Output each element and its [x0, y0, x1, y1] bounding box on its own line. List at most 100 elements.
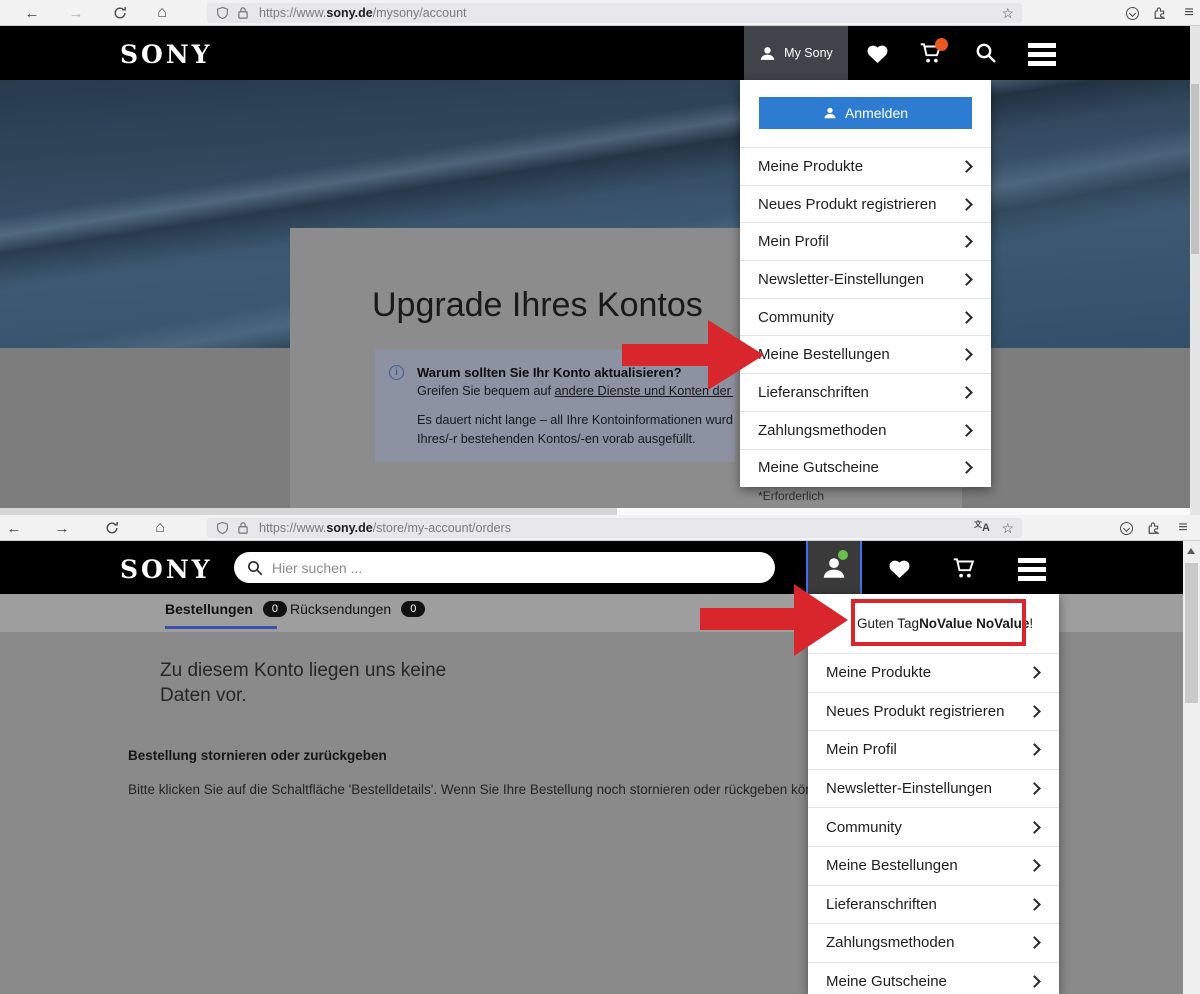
bookmark-star-icon[interactable]: ☆	[1001, 3, 1014, 23]
chevron-right-icon	[1028, 859, 1041, 872]
chevron-right-icon	[1028, 705, 1041, 718]
menu-item-meine-gutscheine[interactable]: Meine Gutscheine	[740, 449, 991, 487]
menu-item-newsletter-einstellungen[interactable]: Newsletter-Einstellungen	[740, 260, 991, 298]
info-line2: Es dauert nicht lange – all Ihre Kontoin…	[417, 413, 733, 427]
chevron-right-icon	[1028, 821, 1041, 834]
menu-hamburger-icon[interactable]: ≡	[1178, 0, 1200, 26]
address-bar[interactable]: https://www.sony.de/mysony/account ☆	[207, 3, 1022, 23]
person-icon	[823, 106, 837, 120]
site-search-bar[interactable]	[234, 552, 775, 583]
url-text: https://www.sony.de/mysony/account	[259, 6, 467, 20]
chevron-right-icon	[1028, 782, 1041, 795]
menu-item-lieferanschriften[interactable]: Lieferanschriften	[808, 885, 1059, 924]
chevron-right-icon	[960, 386, 973, 399]
menu-item-meine-produkte[interactable]: Meine Produkte	[740, 147, 991, 185]
annotation-arrow	[622, 316, 764, 394]
address-bar[interactable]: https://www.sony.de/store/my-account/ord…	[207, 518, 1022, 538]
chevron-right-icon	[1028, 744, 1041, 757]
chevron-right-icon	[960, 461, 973, 474]
sony-header: SONY	[0, 541, 1200, 594]
forward-button[interactable]: →	[50, 515, 74, 541]
chevron-right-icon	[1028, 898, 1041, 911]
home-button[interactable]: ⌂	[148, 515, 172, 541]
reload-icon	[105, 521, 119, 535]
sony-logo[interactable]: SONY	[120, 40, 213, 69]
count-badge: 0	[263, 601, 287, 617]
search-icon[interactable]	[974, 41, 998, 65]
active-tab-underline	[165, 626, 277, 629]
menu-item-zahlungsmethoden[interactable]: Zahlungsmethoden	[740, 411, 991, 449]
translate-icon[interactable]: 文A	[974, 518, 990, 538]
reload-button[interactable]	[108, 0, 132, 26]
menu-item-meine-bestellungen[interactable]: Meine Bestellungen	[740, 335, 991, 373]
signin-button[interactable]: Anmelden	[759, 97, 972, 129]
my-sony-label: My Sony	[784, 46, 833, 60]
tracking-shield-icon[interactable]	[216, 6, 229, 20]
scrollbar[interactable]	[1183, 541, 1200, 994]
reload-button[interactable]	[100, 515, 124, 541]
scrollbar[interactable]	[1190, 26, 1200, 515]
chevron-right-icon	[1028, 937, 1041, 950]
pocket-icon[interactable]	[1115, 515, 1137, 541]
person-icon	[759, 45, 776, 62]
window-bottom-strip	[0, 508, 617, 515]
menu-item-newsletter-einstellungen[interactable]: Newsletter-Einstellungen	[808, 769, 1059, 808]
menu-item-meine-produkte[interactable]: Meine Produkte	[808, 653, 1059, 692]
screenshot-bottom: ← → ⌂ https://www.sony.de/store/my-accou…	[0, 515, 1200, 994]
sony-header: SONY My Sony	[0, 26, 1200, 80]
lock-icon[interactable]	[237, 521, 249, 535]
lock-icon[interactable]	[237, 6, 249, 20]
wishlist-heart-icon[interactable]	[865, 42, 890, 64]
chevron-right-icon	[960, 311, 973, 324]
back-button[interactable]: ←	[20, 0, 44, 26]
chevron-right-icon	[960, 348, 973, 361]
reload-icon	[113, 6, 127, 20]
tab-bestellungen[interactable]: Bestellungen 0	[165, 601, 287, 617]
cart-icon[interactable]	[951, 556, 977, 580]
forward-button[interactable]: →	[64, 0, 88, 26]
browser-toolbar: ← → ⌂ https://www.sony.de/store/my-accou…	[0, 515, 1200, 541]
my-sony-button[interactable]: My Sony	[744, 26, 848, 80]
home-button[interactable]: ⌂	[150, 0, 174, 26]
bookmark-star-icon[interactable]: ☆	[1001, 518, 1014, 538]
url-text: https://www.sony.de/store/my-account/ord…	[259, 521, 511, 535]
sony-logo[interactable]: SONY	[120, 555, 213, 584]
annotation-arrow	[700, 582, 848, 658]
menu-item-lieferanschriften[interactable]: Lieferanschriften	[740, 373, 991, 411]
tracking-shield-icon[interactable]	[216, 521, 229, 535]
section-title: Bestellung stornieren oder zurückgeben	[128, 748, 387, 763]
nav-hamburger-icon[interactable]	[1018, 558, 1046, 581]
menu-item-neues-produkt-registrieren[interactable]: Neues Produkt registrieren	[740, 185, 991, 223]
info-icon: i	[389, 365, 404, 380]
menu-item-community[interactable]: Community	[808, 807, 1059, 846]
info-line3: Ihres/-r bestehenden Kontos/-en vorab au…	[417, 432, 696, 446]
menu-item-zahlungsmethoden[interactable]: Zahlungsmethoden	[808, 923, 1059, 962]
chevron-right-icon	[960, 160, 973, 173]
cart-icon[interactable]	[918, 41, 944, 65]
chevron-right-icon	[960, 424, 973, 437]
nav-hamburger-icon[interactable]	[1028, 43, 1056, 66]
wishlist-heart-icon[interactable]	[887, 557, 912, 579]
menu-item-mein-profil[interactable]: Mein Profil	[740, 222, 991, 260]
section-body: Bitte klicken Sie auf die Schaltfläche '…	[128, 782, 808, 797]
scroll-up-arrow[interactable]	[1187, 548, 1195, 554]
menu-item-meine-bestellungen[interactable]: Meine Bestellungen	[808, 846, 1059, 885]
menu-hamburger-icon[interactable]: ≡	[1172, 515, 1194, 541]
extensions-puzzle-icon[interactable]	[1149, 0, 1171, 26]
chevron-right-icon	[1028, 666, 1041, 679]
back-button[interactable]: ←	[2, 515, 26, 541]
tab-ruecksendungen[interactable]: Rücksendungen 0	[290, 601, 425, 617]
menu-item-neues-produkt-registrieren[interactable]: Neues Produkt registrieren	[808, 692, 1059, 731]
scrollbar-thumb[interactable]	[1185, 563, 1198, 703]
cart-badge	[935, 38, 948, 51]
chevron-right-icon	[960, 235, 973, 248]
search-input[interactable]	[272, 560, 752, 576]
menu-item-meine-gutscheine[interactable]: Meine Gutscheine	[808, 962, 1059, 994]
count-badge: 0	[401, 601, 425, 617]
pocket-icon[interactable]	[1121, 0, 1143, 26]
chevron-right-icon	[1028, 975, 1041, 988]
chevron-right-icon	[960, 273, 973, 286]
menu-item-mein-profil[interactable]: Mein Profil	[808, 730, 1059, 769]
extensions-puzzle-icon[interactable]	[1143, 515, 1165, 541]
menu-item-community[interactable]: Community	[740, 298, 991, 336]
